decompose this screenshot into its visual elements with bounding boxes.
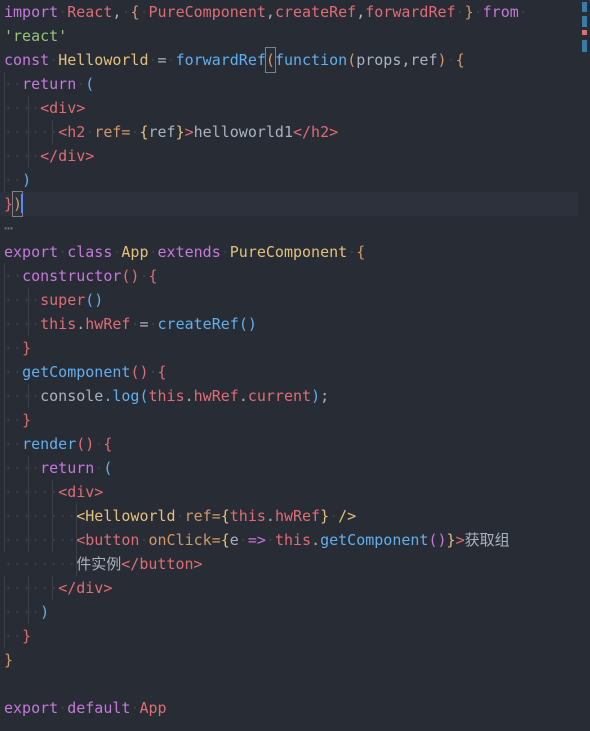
- code-line[interactable]: ····</div>: [0, 144, 590, 168]
- minimap[interactable]: [578, 0, 590, 731]
- code-line-wrapped[interactable]: ········件实例</button>: [0, 552, 590, 576]
- code-line[interactable]: }: [0, 648, 590, 672]
- code-line[interactable]: ····<div>: [0, 96, 590, 120]
- code-line[interactable]: ····console.log(this.hwRef.current);: [0, 384, 590, 408]
- code-line[interactable]: ··): [0, 168, 590, 192]
- code-line[interactable]: ······<div>: [0, 480, 590, 504]
- code-line[interactable]: export·class·App·extends·PureComponent·{: [0, 240, 590, 264]
- code-line[interactable]: ······</div>: [0, 576, 590, 600]
- code-line[interactable]: ········<button·onClick={e·=>·this.getCo…: [0, 528, 590, 552]
- code-editor[interactable]: import·React,·{·PureComponent,createRef,…: [0, 0, 590, 731]
- code-line[interactable]: ······<h2·ref=·{ref}>helloworld1</h2>: [0, 120, 590, 144]
- minimap-bar: [582, 40, 587, 52]
- code-line[interactable]: ········<Helloworld·ref={this.hwRef}·/>: [0, 504, 590, 528]
- text-cursor: [21, 194, 24, 213]
- code-content[interactable]: import·React,·{·PureComponent,createRef,…: [0, 0, 590, 720]
- code-line[interactable]: import·React,·{·PureComponent,createRef,…: [0, 0, 590, 24]
- code-line[interactable]: ····this.hwRef·=·createRef(): [0, 312, 590, 336]
- minimap-bar: [582, 30, 587, 35]
- folded-region-marker[interactable]: ⋯: [0, 216, 590, 240]
- code-line[interactable]: ··}: [0, 408, 590, 432]
- code-line[interactable]: ····super(): [0, 288, 590, 312]
- code-line[interactable]: ··getComponent()·{: [0, 360, 590, 384]
- fold-dots: ⋯: [4, 219, 16, 237]
- minimap-bar: [582, 2, 587, 12]
- code-line[interactable]: ··}: [0, 624, 590, 648]
- code-line[interactable]: ····): [0, 600, 590, 624]
- bracket-match-open: (: [264, 47, 276, 73]
- code-line[interactable]: const·Helloworld·=·forwardRef(function(p…: [0, 47, 590, 73]
- code-line[interactable]: ··render()·{: [0, 432, 590, 456]
- code-line[interactable]: ··return·(: [0, 72, 590, 96]
- code-line[interactable]: ··constructor()·{: [0, 264, 590, 288]
- code-line-active[interactable]: }): [0, 191, 590, 217]
- code-line[interactable]: export·default·App: [0, 696, 590, 720]
- code-line[interactable]: ····return·(: [0, 456, 590, 480]
- minimap-bar: [582, 16, 587, 27]
- code-line[interactable]: 'react': [0, 24, 590, 48]
- code-line[interactable]: ··}: [0, 336, 590, 360]
- code-line-empty[interactable]: [0, 672, 590, 696]
